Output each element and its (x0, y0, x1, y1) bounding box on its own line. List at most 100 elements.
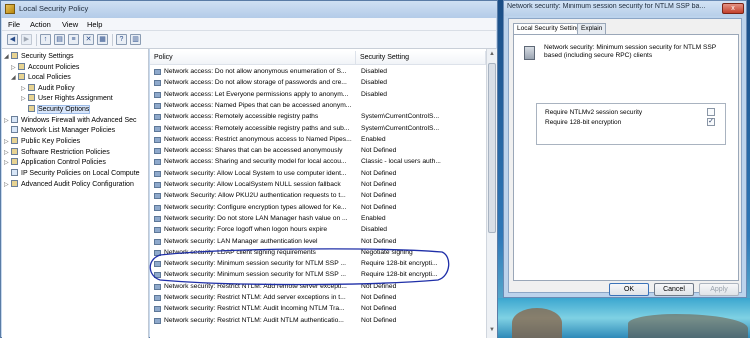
wallpaper-rock (628, 314, 748, 338)
menu-bar: File Action View Help (2, 18, 496, 31)
policy-icon (154, 80, 161, 87)
policy-name: Network security: Force logoff when logo… (164, 226, 328, 234)
table-row[interactable]: Network access: Do not allow storage of … (152, 78, 482, 88)
table-row[interactable]: Network access: Let Everyone permissions… (152, 90, 482, 100)
firewall-icon (11, 116, 18, 123)
table-row[interactable]: Network access: Do not allow anonymous e… (152, 67, 482, 77)
option-ntlmv2-label: Require NTLMv2 session security (545, 109, 643, 116)
tree-item-account-policies[interactable]: ▷ Account Policies (11, 63, 79, 73)
table-row[interactable]: Network security: Restrict NTLM: Audit I… (152, 304, 482, 314)
policy-icon (154, 182, 161, 188)
expand-arrow-icon[interactable]: ▷ (4, 158, 11, 168)
folder-icon (28, 94, 35, 101)
security-setting-value: System\CurrentControlS... (361, 113, 440, 121)
expand-arrow-icon[interactable]: ▷ (4, 137, 11, 147)
tree-item-local-policies[interactable]: ◢ Local Policies (11, 73, 71, 83)
tree-item-audit-policy[interactable]: ▷ Audit Policy (21, 84, 75, 94)
table-row[interactable]: Network security: Minimum session securi… (152, 259, 482, 269)
folder-icon (28, 84, 35, 91)
table-row[interactable]: Network access: Remotely accessible regi… (152, 112, 482, 122)
table-row[interactable]: Network security: LAN Manager authentica… (152, 237, 482, 247)
expand-arrow-icon[interactable]: ▷ (21, 94, 28, 104)
table-row[interactable]: Network security: LDAP client signing re… (152, 248, 482, 258)
policy-name: Network security: Restrict NTLM: Add ser… (164, 294, 346, 301)
table-row[interactable]: Network security: Restrict NTLM: Add rem… (152, 282, 482, 292)
properties-icon[interactable]: ▦ (97, 34, 108, 45)
expand-arrow-icon[interactable]: ▷ (4, 116, 11, 126)
column-header-security-setting[interactable]: Security Setting (356, 51, 486, 65)
table-row[interactable]: Network security: Restrict NTLM: Audit N… (152, 316, 482, 326)
policy-name: Network access: Do not allow anonymous e… (164, 68, 347, 75)
tree-item-public-key-policies[interactable]: ▷ Public Key Policies (4, 137, 80, 147)
security-setting-value: Require 128-bit encrypti... (361, 260, 438, 268)
tree-item-user-rights-assignment[interactable]: ▷ User Rights Assignment (21, 94, 113, 104)
ntlmv2-checkbox[interactable] (707, 108, 715, 116)
tab-explain[interactable]: Explain (577, 23, 607, 34)
policy-name: Network security: Restrict NTLM: Audit I… (164, 305, 345, 313)
table-row[interactable]: Network access: Sharing and security mod… (152, 157, 482, 167)
policy-icon (154, 159, 161, 166)
menu-help[interactable]: Help (87, 20, 102, 29)
policy-name: Network security: Allow LocalSystem NULL… (164, 181, 341, 188)
forward-icon[interactable]: ▶ (21, 34, 32, 45)
tree-item-network-list-manager[interactable]: Network List Manager Policies (11, 126, 115, 136)
delete-icon[interactable]: ✕ (83, 34, 94, 45)
back-icon[interactable]: ◀ (7, 34, 18, 45)
table-row[interactable]: Network access: Restrict anonymous acces… (152, 135, 482, 145)
policy-name: Network security: LAN Manager authentica… (164, 237, 318, 245)
table-row[interactable]: Network security: Configure encryption t… (152, 203, 482, 213)
column-header-policy[interactable]: Policy (150, 51, 356, 65)
policy-name: Network access: Do not allow storage of … (164, 79, 347, 87)
close-button[interactable]: x (722, 3, 744, 14)
properties-list-icon[interactable]: ≡ (68, 34, 79, 45)
ok-button[interactable]: OK (609, 283, 649, 296)
apply-button[interactable]: Apply (699, 283, 739, 296)
table-row[interactable]: Network security: Force logoff when logo… (152, 225, 482, 235)
expand-arrow-icon[interactable]: ▷ (11, 63, 18, 73)
table-row[interactable]: Network security: Allow Local System to … (152, 169, 482, 179)
show-pane-icon[interactable]: ▥ (130, 34, 141, 45)
security-setting-value: Not Defined (361, 181, 397, 188)
help-icon[interactable]: ? (116, 34, 127, 45)
folder-icon (11, 137, 18, 144)
policy-icon (154, 238, 161, 245)
collapse-arrow-icon[interactable]: ◢ (4, 52, 11, 62)
menu-file[interactable]: File (8, 20, 20, 29)
tree-item-windows-firewall[interactable]: ▷ Windows Firewall with Advanced Sec (4, 116, 137, 126)
show-hide-tree-icon[interactable]: ▤ (54, 34, 65, 45)
expand-arrow-icon[interactable]: ▷ (4, 148, 11, 158)
tree-item-software-restriction[interactable]: ▷ Software Restriction Policies (4, 148, 110, 158)
tree-item-security-options[interactable]: Security Options (21, 105, 91, 115)
expand-arrow-icon[interactable]: ▷ (4, 180, 11, 190)
table-row[interactable]: Network security: Restrict NTLM: Add ser… (152, 293, 482, 303)
toolbar-separator (36, 34, 37, 46)
table-row[interactable]: Network Security: Allow PKU2U authentica… (152, 191, 482, 201)
scroll-thumb[interactable] (488, 63, 496, 233)
table-row[interactable]: Network security: Allow LocalSystem NULL… (152, 180, 482, 190)
collapse-arrow-icon[interactable]: ◢ (11, 73, 18, 83)
tree-item-security-settings[interactable]: ◢ Security Settings (4, 52, 74, 62)
tree-item-application-control[interactable]: ▷ Application Control Policies (4, 158, 106, 168)
table-row[interactable]: Network security: Minimum session securi… (152, 270, 482, 280)
expand-arrow-icon[interactable]: ▷ (21, 84, 28, 94)
policy-icon (154, 249, 161, 256)
tree-item-ip-security[interactable]: IP Security Policies on Local Compute (11, 169, 140, 179)
policy-icon (154, 204, 161, 211)
table-row[interactable]: Network access: Remotely accessible regi… (152, 124, 482, 134)
folder-icon (18, 73, 25, 80)
policy-icon (154, 193, 161, 200)
encryption-128bit-checkbox[interactable]: ✓ (707, 118, 715, 126)
menu-view[interactable]: View (62, 20, 78, 29)
table-row[interactable]: Network access: Named Pipes that can be … (152, 101, 482, 111)
cancel-button[interactable]: Cancel (654, 283, 694, 296)
table-row[interactable]: Network access: Shares that can be acces… (152, 146, 482, 156)
scroll-down-icon[interactable]: ▼ (488, 327, 496, 336)
scroll-up-icon[interactable]: ▲ (488, 51, 496, 60)
tree-item-advanced-audit[interactable]: ▷ Advanced Audit Policy Configuration (4, 180, 134, 190)
menu-action[interactable]: Action (30, 20, 51, 29)
policy-icon (154, 227, 161, 234)
up-folder-icon[interactable]: ↑ (40, 34, 51, 45)
security-setting-value: Not Defined (361, 147, 397, 155)
table-row[interactable]: Network security: Do not store LAN Manag… (152, 214, 482, 224)
vertical-scrollbar[interactable]: ▲ ▼ (486, 49, 497, 338)
